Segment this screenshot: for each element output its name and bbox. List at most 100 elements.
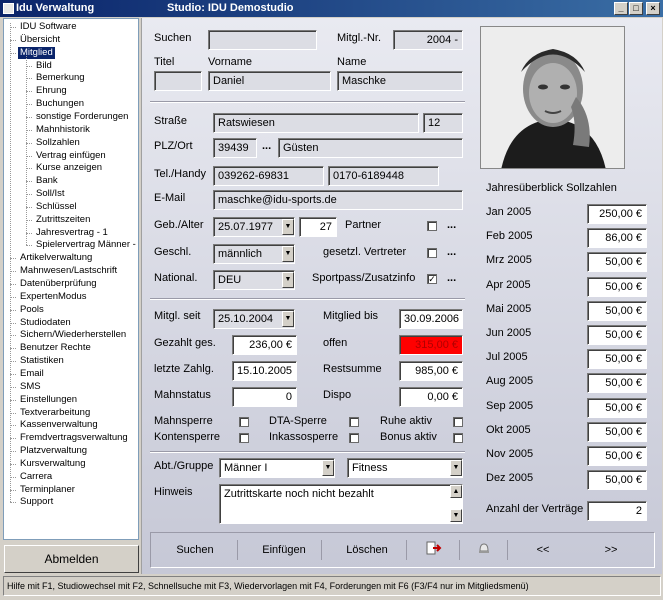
tree-line (26, 55, 27, 246)
month-label: Sep 2005 (486, 399, 534, 412)
nav-item[interactable]: Kursverwaltung (18, 458, 87, 470)
chevron-down-icon[interactable]: ▼ (282, 246, 294, 262)
house-number-field[interactable]: 12 (423, 113, 463, 133)
member-number-field[interactable]: 2004 - (393, 30, 463, 50)
month-amount: 50,00 € (587, 446, 647, 466)
guardian-more-button[interactable]: ... (447, 246, 456, 258)
account-lock-checkbox[interactable] (239, 433, 249, 443)
search-input[interactable] (208, 30, 317, 50)
nav-subitem[interactable]: Spielervertrag Männer - 1 (34, 239, 138, 251)
zip-field[interactable]: 39439 (213, 138, 257, 158)
close-button[interactable]: × (646, 2, 660, 15)
sportpass-more-button[interactable]: ... (447, 272, 456, 284)
dta-lock-checkbox[interactable] (349, 417, 359, 427)
member-until-field[interactable]: 30.09.2006 (399, 309, 463, 329)
partner-checkbox[interactable] (427, 221, 437, 231)
department-select[interactable]: Männer I (219, 458, 335, 478)
insert-button[interactable]: Einfügen (249, 541, 319, 559)
group-select[interactable]: Fitness (347, 458, 463, 478)
zip-lookup-button[interactable]: ... (262, 140, 271, 152)
nav-item[interactable]: Email (18, 368, 46, 380)
email-field[interactable]: maschke@idu-sports.de (213, 190, 463, 210)
tree-line (10, 23, 11, 503)
firstname-field[interactable]: Daniel (208, 71, 331, 91)
nav-item[interactable]: Übersicht (18, 34, 62, 46)
exit-icon[interactable] (419, 541, 449, 559)
dispo-field[interactable]: 0,00 € (399, 387, 463, 407)
member-photo[interactable] (480, 26, 625, 169)
logout-button[interactable]: Abmelden (4, 545, 139, 573)
collection-lock-checkbox[interactable] (349, 433, 359, 443)
nav-item[interactable]: Statistiken (18, 355, 66, 367)
partner-more-button[interactable]: ... (447, 219, 456, 231)
nav-item[interactable]: ExpertenModus (18, 291, 89, 303)
month-label: Jan 2005 (486, 206, 532, 218)
nav-subitem[interactable]: Ehrung (34, 85, 69, 97)
chevron-down-icon[interactable]: ▼ (282, 311, 294, 327)
sportpass-checkbox[interactable]: ✓ (427, 274, 437, 284)
rest-active-checkbox[interactable] (453, 417, 463, 427)
nav-subitem[interactable]: Schlüssel (34, 201, 79, 213)
nav-item[interactable]: SMS (18, 381, 43, 393)
nav-subitem[interactable]: Bild (34, 60, 54, 72)
nav-subitem[interactable]: Soll/Ist (34, 188, 67, 200)
note-label: Hinweis (154, 486, 193, 498)
department-label: Abt./Gruppe (154, 460, 214, 472)
city-field[interactable]: Güsten (278, 138, 463, 158)
nav-subitem[interactable]: Mahnhistorik (34, 124, 92, 136)
nav-item[interactable]: Kassenverwaltung (18, 419, 100, 431)
nav-item[interactable]: Benutzer Rechte (18, 342, 93, 354)
nav-item[interactable]: Einstellungen (18, 394, 79, 406)
nav-subitem[interactable]: Zutrittszeiten (34, 214, 92, 226)
nav-subitem[interactable]: Vertrag einfügen (34, 150, 108, 162)
scroll-up-icon[interactable]: ▲ (450, 485, 462, 498)
lastname-field[interactable]: Maschke (337, 71, 463, 91)
bell-icon[interactable] (469, 541, 499, 559)
minimize-button[interactable]: _ (614, 2, 628, 15)
nav-item[interactable]: IDU Software (18, 21, 79, 33)
nav-subitem[interactable]: Bemerkung (34, 72, 87, 84)
nav-subitem[interactable]: sonstige Forderungen (34, 111, 130, 123)
nav-item[interactable]: Sichern/Wiederherstellen (18, 329, 128, 341)
street-label: Straße (154, 115, 188, 127)
nav-subitem[interactable]: Jahresvertrag - 1 (34, 227, 110, 239)
month-amount: 50,00 € (587, 373, 647, 394)
bonus-active-checkbox[interactable] (453, 433, 463, 443)
chevron-down-icon[interactable]: ▼ (322, 460, 334, 476)
mobile-field[interactable]: 0170-6189448 (328, 166, 439, 186)
chevron-down-icon[interactable]: ▼ (450, 460, 462, 476)
guardian-checkbox[interactable] (427, 248, 437, 258)
nav-item[interactable]: Support (18, 496, 55, 508)
nav-item[interactable]: Platzverwaltung (18, 445, 89, 457)
nav-item[interactable]: Textverarbeitung (18, 407, 92, 419)
dunning-lock-checkbox[interactable] (239, 417, 249, 427)
nav-subitem[interactable]: Bank (34, 175, 60, 187)
nav-item[interactable]: Pools (18, 304, 46, 316)
chevron-down-icon[interactable]: ▼ (282, 219, 294, 235)
nav-item[interactable]: Carrera (18, 471, 54, 483)
nav-item[interactable]: Fremdvertragsverwaltung (18, 432, 130, 444)
scroll-down-icon[interactable]: ▼ (450, 509, 462, 522)
note-field[interactable]: Zutrittskarte noch nicht bezahlt (219, 484, 463, 524)
month-label: Jun 2005 (486, 327, 532, 339)
navigation-tree[interactable]: IDU Software Übersicht Mitglied Bild Bemerku… (3, 18, 139, 540)
phone-field[interactable]: 039262-69831 (213, 166, 324, 186)
next-record-button[interactable]: >> (591, 541, 631, 559)
title-field[interactable] (154, 71, 202, 91)
nav-item[interactable]: Datenüberprüfung (18, 278, 99, 290)
nav-subitem[interactable]: Buchungen (34, 98, 86, 110)
search-button[interactable]: Suchen (165, 541, 225, 559)
nav-item[interactable]: Terminplaner (18, 484, 77, 496)
nav-item[interactable]: Mitglied (18, 46, 55, 59)
maximize-button[interactable]: □ (629, 2, 643, 15)
nav-item[interactable]: Artikelverwaltung (18, 252, 94, 264)
chevron-down-icon[interactable]: ▼ (282, 272, 294, 288)
month-amount: 50,00 € (587, 397, 647, 418)
nav-subitem[interactable]: Kurse anzeigen (34, 162, 104, 174)
delete-button[interactable]: Löschen (337, 541, 397, 559)
street-field[interactable]: Ratswiesen (213, 113, 419, 133)
nav-item[interactable]: Mahnwesen/Lastschrift (18, 265, 119, 277)
nav-item[interactable]: Studiodaten (18, 317, 73, 329)
nav-subitem[interactable]: Sollzahlen (34, 137, 82, 149)
previous-record-button[interactable]: << (523, 541, 563, 559)
